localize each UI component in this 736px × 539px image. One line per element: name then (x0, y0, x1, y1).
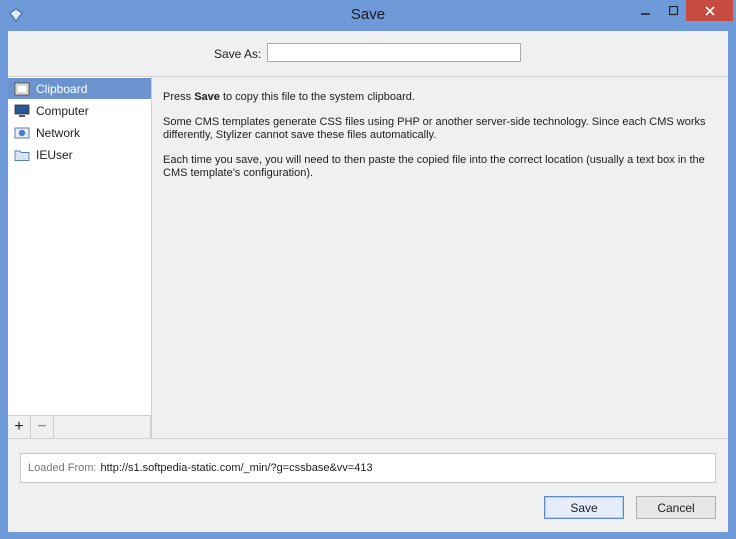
sidebar-item-label: Computer (36, 103, 89, 118)
sidebar-toolbar: + − (8, 415, 151, 438)
dialog-body: Save As: Clipboard Computer Network IEUs… (8, 31, 728, 532)
sidebar-item-label: Clipboard (36, 81, 88, 96)
sidebar-item-network[interactable]: Network (8, 122, 151, 143)
info-paragraph-cms: Some CMS templates generate CSS files us… (163, 116, 706, 141)
sidebar-item-clipboard[interactable]: Clipboard (8, 78, 151, 99)
sidebar-item-ieuser[interactable]: IEUser (8, 144, 151, 165)
minimize-button[interactable] (632, 0, 660, 21)
save-keyword: Save (194, 91, 220, 103)
sidebar-item-computer[interactable]: Computer (8, 100, 151, 121)
save-button[interactable]: Save (544, 496, 624, 519)
computer-icon (14, 104, 30, 118)
close-button[interactable] (686, 0, 733, 21)
network-icon (14, 126, 30, 140)
save-as-label: Save As: (214, 47, 262, 61)
info-paragraph-press-save: Press Save to copy this file to the syst… (163, 91, 415, 103)
location-sidebar: Clipboard Computer Network IEUser (8, 77, 152, 438)
add-location-button[interactable]: + (8, 416, 31, 438)
title-bar[interactable]: Save (0, 0, 736, 31)
clipboard-icon (14, 82, 30, 96)
folder-icon (14, 148, 30, 162)
loaded-from-url: http://s1.softpedia-static.com/_min/?g=c… (100, 462, 373, 474)
loaded-from-label: Loaded From: (28, 462, 97, 474)
maximize-button[interactable] (660, 0, 688, 21)
remove-location-button[interactable]: − (31, 416, 54, 438)
save-dialog: Save Save As: Clipboard Computer Network… (0, 0, 736, 539)
sidebar-item-label: IEUser (36, 147, 73, 162)
close-icon (704, 5, 715, 16)
info-paragraph-paste: Each time you save, you will need to the… (163, 154, 705, 179)
window-title: Save (350, 6, 386, 23)
save-as-input[interactable] (267, 43, 521, 62)
sidebar-item-label: Network (36, 125, 81, 140)
cancel-button[interactable]: Cancel (636, 496, 716, 519)
save-as-row: Save As: (8, 31, 728, 77)
footer: Loaded From: http://s1.softpedia-static.… (8, 438, 728, 532)
info-panel: Press Save to copy this file to the syst… (152, 77, 728, 438)
loaded-from-field: Loaded From: http://s1.softpedia-static.… (20, 453, 716, 483)
